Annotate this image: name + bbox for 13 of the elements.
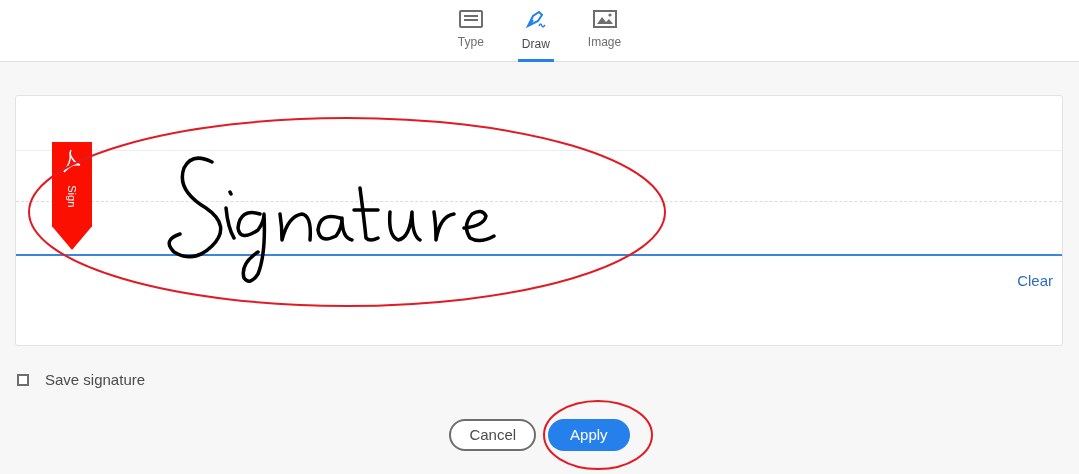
sign-flag: Sign [52, 142, 92, 250]
clear-link[interactable]: Clear [1017, 270, 1053, 293]
tab[interactable]: Type [453, 10, 488, 62]
cancel-button[interactable]: Cancel [449, 419, 537, 451]
keyboard-icon [458, 10, 483, 28]
image-icon [592, 10, 617, 28]
acrobat-logo-icon [62, 148, 82, 174]
tab[interactable]: Draw [517, 10, 554, 62]
pen-icon [523, 10, 548, 30]
signature-pad[interactable]: Sign Clear [15, 95, 1063, 346]
apply-button[interactable]: Apply [548, 419, 630, 451]
tab[interactable]: Image [583, 10, 626, 62]
save-signature-checkbox[interactable]: Save signature [17, 369, 146, 392]
